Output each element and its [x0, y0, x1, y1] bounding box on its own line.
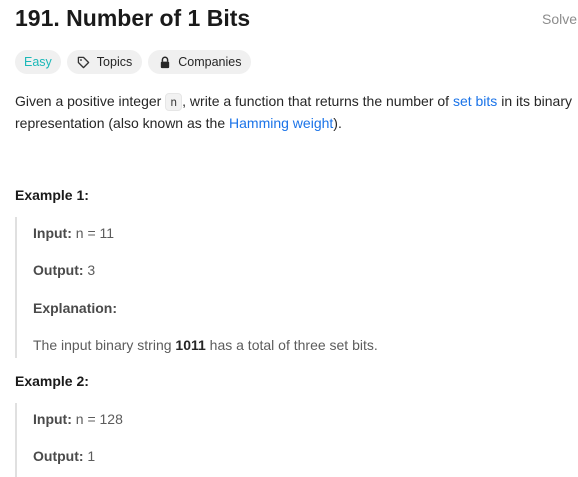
hamming-weight-link[interactable]: Hamming weight: [229, 115, 333, 131]
set-bits-link[interactable]: set bits: [453, 93, 497, 109]
example-1-explanation-label: Explanation:: [33, 300, 117, 316]
problem-title: 191. Number of 1 Bits: [15, 5, 251, 31]
lock-icon: [158, 55, 172, 69]
example-1-heading: Example 1:: [15, 187, 89, 203]
explanation-text: The input binary string: [33, 337, 176, 353]
output-value: 3: [87, 262, 96, 278]
explanation-label: Explanation:: [33, 300, 118, 316]
example-1-explanation: The input binary string 1011 has a total…: [33, 337, 378, 353]
tag-row: Easy Topics Companies: [15, 50, 252, 74]
topics-button[interactable]: Topics: [66, 50, 143, 74]
description-text: ).: [333, 115, 342, 131]
output-label: Output:: [33, 262, 84, 278]
input-value: n = 128: [75, 411, 123, 427]
problem-description: Given a positive integer n, write a func…: [15, 90, 575, 134]
companies-button[interactable]: Companies: [148, 50, 252, 74]
example-1-border: [15, 217, 17, 358]
example-2-heading: Example 2:: [15, 373, 89, 389]
explanation-bold: 1011: [175, 337, 206, 353]
inline-code-n: n: [165, 93, 183, 111]
topics-label: Topics: [96, 55, 133, 69]
input-value: n = 11: [75, 225, 115, 241]
difficulty-label: Easy: [24, 55, 52, 69]
solved-status: Solve: [542, 11, 578, 27]
example-1-input: Input: n = 11: [33, 225, 114, 241]
difficulty-badge[interactable]: Easy: [15, 50, 61, 74]
output-value: 1: [87, 448, 96, 464]
description-text: , write a function that returns the numb…: [182, 93, 453, 109]
input-label: Input:: [33, 225, 72, 241]
example-2-border: [15, 403, 17, 477]
explanation-text: has a total of three set bits.: [205, 337, 378, 353]
description-text: Given a positive integer: [15, 93, 166, 109]
example-1-output: Output: 3: [33, 262, 95, 278]
problem-description-panel: 191. Number of 1 Bits Solve Easy Topics …: [0, 0, 578, 477]
tag-icon: [77, 55, 91, 69]
input-label: Input:: [33, 411, 72, 427]
example-2-input: Input: n = 128: [33, 411, 123, 427]
output-label: Output:: [33, 448, 84, 464]
example-2-output: Output: 1: [33, 448, 95, 464]
companies-label: Companies: [178, 55, 242, 69]
